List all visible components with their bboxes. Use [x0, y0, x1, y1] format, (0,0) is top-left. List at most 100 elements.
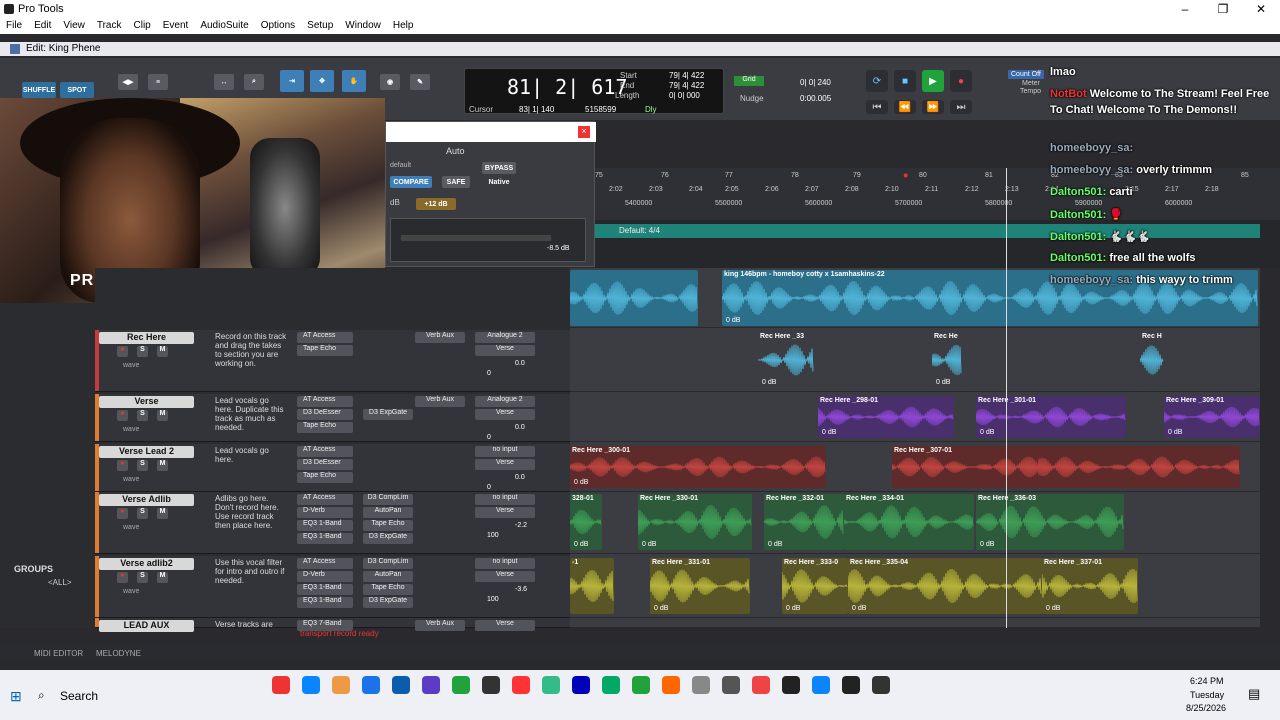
- clip-gain[interactable]: 0 dB: [768, 541, 782, 548]
- audio-clip[interactable]: Rec Here _336-03 0 dB: [976, 494, 1124, 550]
- pan-value[interactable]: 0: [487, 370, 491, 377]
- clip-gain[interactable]: 0 dB: [574, 541, 588, 548]
- taskbar-app-icon[interactable]: [452, 676, 470, 694]
- search-box[interactable]: ⌕ Search: [34, 684, 194, 708]
- taskbar-app-icon[interactable]: [632, 676, 650, 694]
- end-value[interactable]: 79| 4| 422: [669, 81, 704, 90]
- volume-value[interactable]: 0.0: [515, 424, 525, 431]
- insert-slot[interactable]: D-Verb: [297, 571, 353, 582]
- taskbar-app-icon[interactable]: [602, 676, 620, 694]
- shuffle-mode-button[interactable]: SHUFFLE: [22, 82, 56, 98]
- io-selector[interactable]: Verse: [475, 409, 535, 420]
- clip-gain[interactable]: 0 dB: [852, 605, 866, 612]
- solo-button[interactable]: S: [137, 460, 148, 471]
- rewind-button[interactable]: ⏪: [894, 100, 916, 114]
- menu-setup[interactable]: Setup: [301, 18, 339, 34]
- compare-button[interactable]: COMPARE: [390, 176, 432, 188]
- volume-value[interactable]: 0.0: [515, 474, 525, 481]
- track-comment[interactable]: Lead vocals go here. Duplicate this trac…: [215, 396, 287, 432]
- audio-clip[interactable]: Rec Here _334-01: [844, 494, 974, 550]
- taskbar-app-icon[interactable]: [332, 676, 350, 694]
- solo-button[interactable]: S: [137, 572, 148, 583]
- send-slot[interactable]: D3 ExpGate: [363, 533, 413, 544]
- audio-clip[interactable]: Rec H: [1140, 332, 1164, 388]
- io-selector[interactable]: Verse: [475, 507, 535, 518]
- menu-audiosuite[interactable]: AudioSuite: [194, 18, 254, 34]
- insert-slot[interactable]: AT Access: [297, 396, 353, 407]
- solo-button[interactable]: S: [137, 410, 148, 421]
- audio-clip[interactable]: Rec Here _298-01 0 dB: [818, 396, 954, 438]
- go-to-end-button[interactable]: ⏭: [950, 100, 972, 114]
- insert-slot[interactable]: EQ3 1-Band: [297, 520, 353, 531]
- audio-clip[interactable]: Rec Here _333-0 0 dB: [782, 558, 848, 614]
- taskbar-app-icon[interactable]: [662, 676, 680, 694]
- io-selector[interactable]: Verse: [475, 459, 535, 470]
- hand-tool-icon[interactable]: ✋: [342, 70, 366, 92]
- track-view-selector[interactable]: wave: [123, 476, 139, 483]
- audio-clip[interactable]: Rec Here _33 0 dB: [758, 332, 814, 388]
- clip-gain[interactable]: 0 dB: [1168, 429, 1182, 436]
- start-value[interactable]: 79| 4| 422: [669, 71, 704, 80]
- audio-clip[interactable]: Rec Here _332-01 0 dB: [764, 494, 844, 550]
- taskbar-app-icon[interactable]: [752, 676, 770, 694]
- clip-gain[interactable]: 0 dB: [786, 605, 800, 612]
- zoomer-tool-icon[interactable]: ⌕: [244, 74, 264, 90]
- track-view-selector[interactable]: wave: [123, 426, 139, 433]
- rec-button[interactable]: ●: [117, 346, 128, 357]
- taskbar-app-icon[interactable]: [872, 676, 890, 694]
- taskbar-app-icon[interactable]: [782, 676, 800, 694]
- insert-slot[interactable]: AT Access: [297, 494, 353, 505]
- audio-clip[interactable]: [1038, 446, 1240, 488]
- taskbar-app-icon[interactable]: [722, 676, 740, 694]
- track-name[interactable]: Verse adlib2: [99, 558, 194, 570]
- taskbar-app-icon[interactable]: [482, 676, 500, 694]
- track-name[interactable]: Verse: [99, 396, 194, 408]
- track-comment[interactable]: Use this vocal filter for intro and outr…: [215, 558, 287, 585]
- volume-value[interactable]: -2.2: [515, 522, 527, 529]
- clip-gain[interactable]: 0 dB: [1046, 605, 1060, 612]
- spot-mode-button[interactable]: SPOT: [60, 82, 94, 98]
- minimize-button[interactable]: –: [1166, 0, 1204, 18]
- mute-button[interactable]: M: [157, 346, 168, 357]
- insert-slot[interactable]: Tape Echo: [297, 422, 353, 433]
- insert-slot[interactable]: EQ3 1-Band: [297, 584, 353, 595]
- main-counter-value[interactable]: 81| 2| 617: [507, 75, 627, 99]
- track-name[interactable]: Rec Here: [99, 332, 194, 344]
- nudge-value[interactable]: 0:00.005: [800, 94, 831, 103]
- insert-slot[interactable]: D3 DeEsser: [297, 459, 353, 470]
- audio-clip[interactable]: Rec He 0 dB: [932, 332, 962, 388]
- stop-button[interactable]: ■: [894, 70, 916, 92]
- menu-view[interactable]: View: [57, 18, 91, 34]
- track-comment[interactable]: Adlibs go here. Don't record here. Use r…: [215, 494, 287, 530]
- plus12-button[interactable]: +12 dB: [416, 198, 456, 210]
- clip-gain[interactable]: 0 dB: [936, 379, 950, 386]
- playhead-marker-icon[interactable]: ●: [903, 170, 908, 180]
- clip-gain[interactable]: 0 dB: [642, 541, 656, 548]
- audio-clip[interactable]: -1: [570, 558, 614, 614]
- rec-button[interactable]: ●: [117, 460, 128, 471]
- trim-tool-icon[interactable]: ↔: [214, 74, 234, 90]
- grid-value[interactable]: 0| 0| 240: [800, 78, 831, 87]
- zoom-preset-icon[interactable]: ≡: [148, 74, 168, 90]
- send-slot[interactable]: Tape Echo: [363, 584, 413, 595]
- mute-button[interactable]: M: [157, 460, 168, 471]
- mute-button[interactable]: M: [157, 410, 168, 421]
- insert-slot[interactable]: Tape Echo: [297, 472, 353, 483]
- play-button[interactable]: ▶: [922, 70, 944, 92]
- taskbar-app-icon[interactable]: [512, 676, 530, 694]
- audio-clip[interactable]: Rec Here _330-01 0 dB: [638, 494, 752, 550]
- menu-file[interactable]: File: [0, 18, 28, 34]
- clip-gain[interactable]: 0 dB: [980, 541, 994, 548]
- fast-forward-button[interactable]: ⏩: [922, 100, 944, 114]
- grabber-tool-icon[interactable]: ✥: [310, 70, 334, 92]
- track-name[interactable]: Verse Adlib: [99, 494, 194, 506]
- send-slot[interactable]: Verb Aux: [415, 620, 465, 631]
- taskbar-app-icon[interactable]: [542, 676, 560, 694]
- rec-button[interactable]: ●: [117, 410, 128, 421]
- audio-clip[interactable]: Rec Here _331-01 0 dB: [650, 558, 750, 614]
- clip-gain[interactable]: 0 dB: [822, 429, 836, 436]
- track-comment[interactable]: Verse tracks are: [215, 620, 287, 629]
- insert-slot[interactable]: EQ3 1-Band: [297, 597, 353, 608]
- io-selector[interactable]: Analogue 2: [475, 396, 535, 407]
- insert-slot[interactable]: D3 DeEsser: [297, 409, 353, 420]
